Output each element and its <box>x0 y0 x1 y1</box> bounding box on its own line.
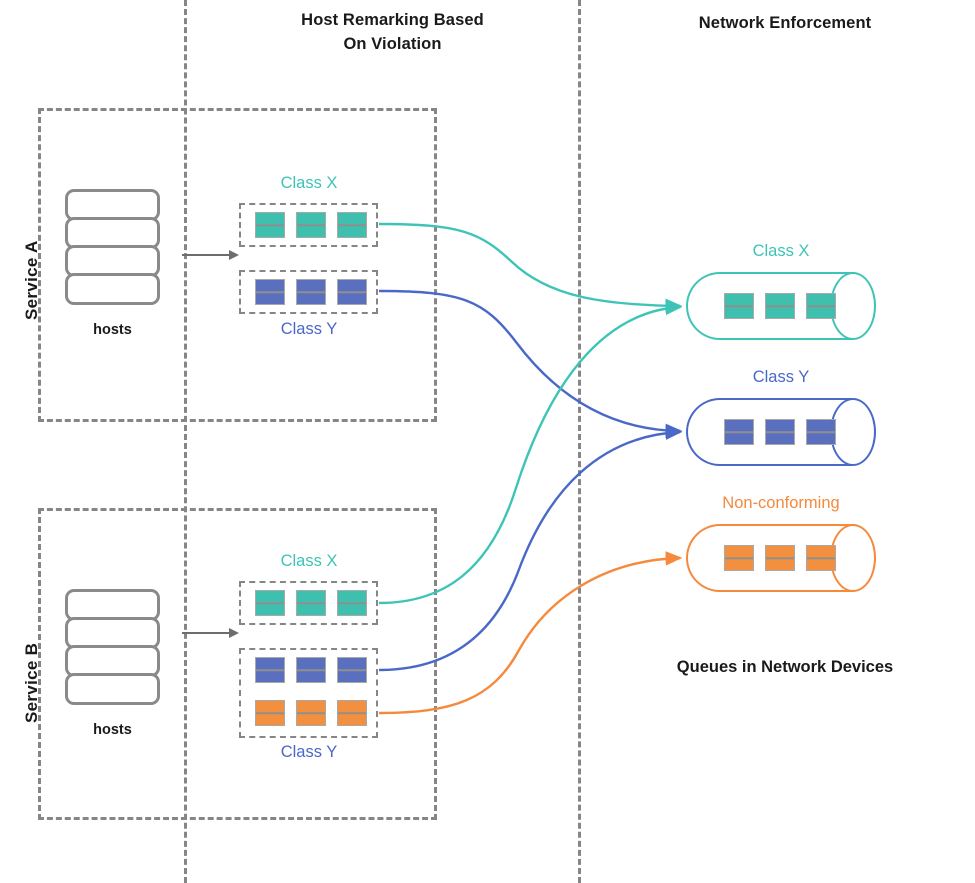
class-label-b-class-x: Class X <box>280 552 338 570</box>
hosts-caption-b: hosts <box>93 722 132 738</box>
packet <box>296 657 326 683</box>
packet-row-b-class-y-conforming <box>255 657 367 683</box>
lane-divider-right <box>578 0 581 883</box>
packet <box>337 590 367 616</box>
packet <box>296 590 326 616</box>
packet <box>724 545 754 571</box>
hosts-stack-a <box>65 189 160 307</box>
host-unit <box>65 673 160 705</box>
packet <box>337 212 367 238</box>
heading-network-enforcement: Network Enforcement <box>698 14 872 32</box>
service-label-b: Service B <box>22 642 41 723</box>
queue-label-class-y: Class Y <box>752 368 810 386</box>
queue-packets-non-conforming <box>724 545 836 571</box>
hosts-caption-a: hosts <box>93 322 132 338</box>
packet <box>337 657 367 683</box>
packet <box>255 700 285 726</box>
packet <box>765 545 795 571</box>
queue-label-class-x: Class X <box>752 242 810 260</box>
queue-packets-class-y <box>724 419 836 445</box>
packet <box>255 279 285 305</box>
packet-row-b-class-x <box>255 590 367 616</box>
hosts-stack-b <box>65 589 160 707</box>
packet <box>806 293 836 319</box>
packet <box>765 293 795 319</box>
class-label-a-class-x: Class X <box>280 174 338 192</box>
packet <box>724 419 754 445</box>
packet <box>724 293 754 319</box>
packet <box>255 590 285 616</box>
queue-class-x: Class X <box>686 242 876 340</box>
heading-host-remarking-line1: Host Remarking Based <box>301 11 484 29</box>
arrow-hosts-to-classes-b <box>182 628 239 638</box>
packet <box>255 212 285 238</box>
packet <box>806 545 836 571</box>
packet-row-a-class-y <box>255 279 367 305</box>
packet <box>296 212 326 238</box>
packet <box>337 279 367 305</box>
diagram-canvas: Host Remarking Based On Violation Networ… <box>0 0 975 883</box>
packet <box>296 700 326 726</box>
queue-class-y: Class Y <box>686 368 876 466</box>
packet <box>296 279 326 305</box>
label-queues-in-network-devices: Queues in Network Devices <box>676 658 894 676</box>
heading-host-remarking: Host Remarking Based On Violation <box>255 9 530 57</box>
queue-cap-non-conforming <box>830 524 876 592</box>
class-label-a-class-y: Class Y <box>280 320 338 338</box>
packet-row-a-class-x <box>255 212 367 238</box>
class-label-b-class-y: Class Y <box>280 743 338 761</box>
service-label-a: Service A <box>22 240 41 320</box>
packet-row-b-class-y-nonconforming <box>255 700 367 726</box>
arrow-hosts-to-classes-a <box>182 250 239 260</box>
packet <box>255 657 285 683</box>
queue-label-non-conforming: Non-conforming <box>722 494 840 512</box>
packet <box>765 419 795 445</box>
queue-cap-class-y <box>830 398 876 466</box>
host-unit <box>65 273 160 305</box>
queue-non-conforming: Non-conforming <box>686 494 876 592</box>
packet <box>337 700 367 726</box>
queue-packets-class-x <box>724 293 836 319</box>
heading-host-remarking-line2: On Violation <box>343 34 442 53</box>
queue-cap-class-x <box>830 272 876 340</box>
packet <box>806 419 836 445</box>
